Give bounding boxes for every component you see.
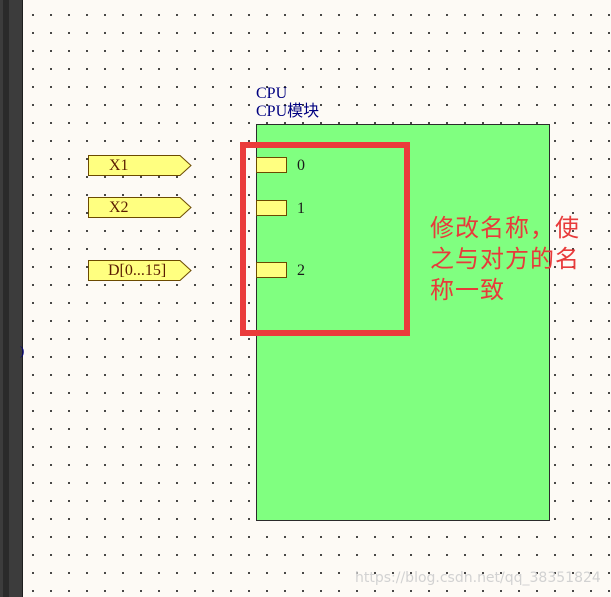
port-x1[interactable]: X1 [88, 155, 192, 176]
component-name[interactable]: CPU模块 [256, 103, 319, 121]
watermark: https://blog.csdn.net/qq_38351824 [355, 570, 601, 586]
port-label: X1 [109, 157, 129, 174]
port-label: D[0...15] [108, 262, 167, 279]
partial-label: ) [20, 343, 25, 358]
port-data-bus[interactable]: D[0...15] [88, 260, 192, 281]
port-shape [88, 197, 192, 218]
port-x2[interactable]: X2 [88, 197, 192, 218]
left-panel-scrollbar[interactable] [3, 0, 9, 597]
annotation-highlight-box [240, 142, 410, 336]
left-panel-edge [0, 0, 23, 597]
component-designator[interactable]: CPU [256, 85, 287, 103]
port-shape [88, 155, 192, 176]
annotation-note: 修改名称，使之与对方的名称一致 [430, 214, 580, 304]
port-label: X2 [109, 199, 129, 216]
